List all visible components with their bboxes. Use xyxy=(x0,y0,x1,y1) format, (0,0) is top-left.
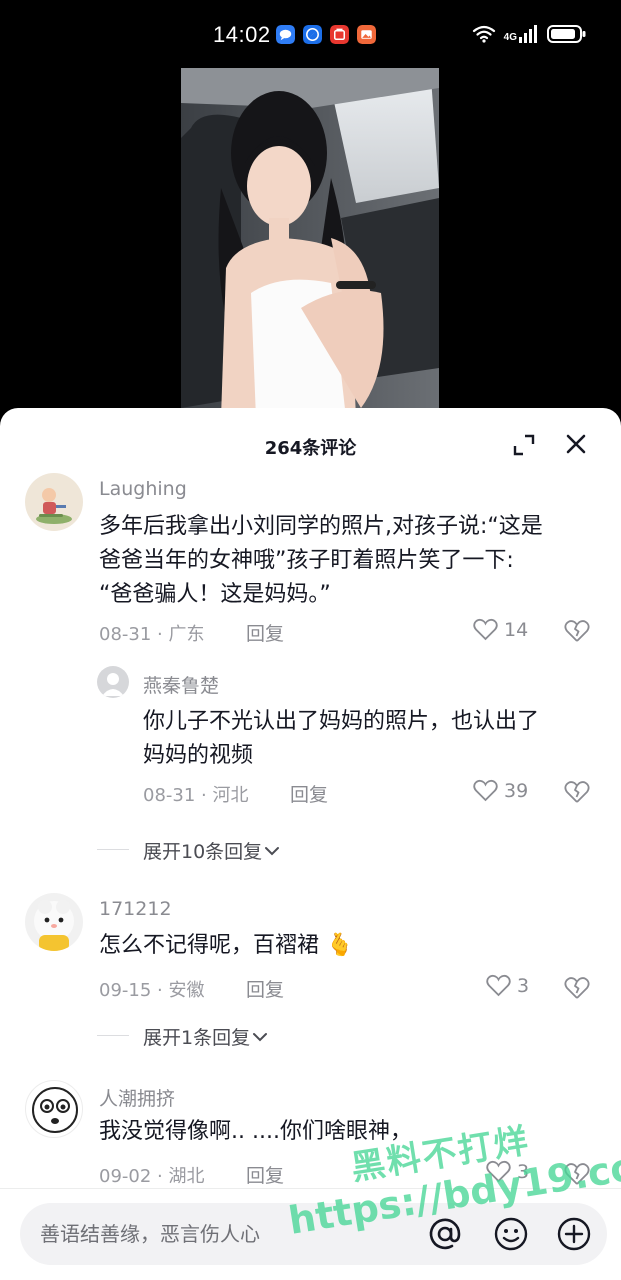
comment-date-location: 09-15 · 安徽 xyxy=(99,980,205,1001)
status-app-icons xyxy=(276,25,376,44)
broken-heart-icon[interactable] xyxy=(564,779,590,805)
signal-icon: 4G xyxy=(504,25,539,43)
comment-text-line: 你儿子不光认出了妈妈的照片，也认出了 xyxy=(143,709,540,734)
video-frame[interactable] xyxy=(181,68,439,418)
comment-text: 我没觉得像啊.. ....你们啥眼神， xyxy=(99,1115,412,1149)
status-right: 4G xyxy=(472,24,587,44)
heart-icon xyxy=(486,974,511,997)
comment-date-location: 08-31 · 河北 xyxy=(143,785,249,806)
comment-text: 怎么不记得呢，百褶裙 🫰 xyxy=(99,929,353,963)
emoji-icon[interactable] xyxy=(493,1216,529,1252)
broken-heart-icon[interactable] xyxy=(564,1161,590,1187)
comment-sheet: 264条评论 Laughing 多年后我拿出小刘同学的照片,对孩子说:“这是 爸… xyxy=(0,408,621,1280)
close-icon[interactable] xyxy=(562,430,590,458)
comment-text-line: 我没觉得像啊.. ....你们啥眼神， xyxy=(99,1119,412,1144)
message-app-icon xyxy=(276,25,295,44)
like-button[interactable]: 14 xyxy=(473,618,528,641)
like-count: 3 xyxy=(517,1160,530,1183)
comment-text-line: 爸爸当年的女神哦”孩子盯着照片笑了一下: xyxy=(99,548,514,573)
comment-date-location: 08-31 · 广东 xyxy=(99,624,205,645)
video-thumbnail xyxy=(181,68,439,418)
avatar[interactable] xyxy=(25,1080,83,1138)
reply-button[interactable]: 回复 xyxy=(246,1161,284,1188)
mention-icon[interactable] xyxy=(427,1216,463,1252)
comment-text: 你儿子不光认出了妈妈的照片，也认出了 妈妈的视频 xyxy=(143,705,539,773)
comment-text-line: “爸爸骗人！这是妈妈。” xyxy=(99,582,331,607)
network-type: 4G xyxy=(503,32,517,43)
comment-username[interactable]: 燕秦鲁楚 xyxy=(143,671,219,698)
heart-icon xyxy=(486,1160,511,1183)
comment-text: 多年后我拿出小刘同学的照片,对孩子说:“这是 爸爸当年的女神哦”孩子盯着照片笑了… xyxy=(99,510,543,612)
battery-icon xyxy=(547,25,586,43)
expand-replies-button[interactable]: 展开10条回复 xyxy=(143,837,282,864)
comment-input-box[interactable] xyxy=(20,1203,607,1265)
comment-username[interactable]: Laughing xyxy=(99,478,187,500)
like-button[interactable]: 3 xyxy=(486,974,529,997)
like-count: 3 xyxy=(517,974,530,997)
video-player[interactable] xyxy=(0,68,621,418)
add-icon[interactable] xyxy=(556,1216,592,1252)
comment-username[interactable]: 人潮拥挤 xyxy=(99,1084,175,1111)
expand-replies-label: 展开1条回复 xyxy=(143,1027,251,1049)
comment-input[interactable] xyxy=(40,1218,400,1250)
comment-text-line: 怎么不记得呢，百褶裙 🫰 xyxy=(99,933,354,958)
avatar[interactable] xyxy=(25,893,83,951)
like-button[interactable]: 3 xyxy=(486,1160,529,1183)
comment-text-line: 多年后我拿出小刘同学的照片,对孩子说:“这是 xyxy=(99,514,543,539)
avatar[interactable] xyxy=(97,666,129,698)
wifi-icon xyxy=(472,25,495,43)
chevron-down-icon xyxy=(253,1032,268,1041)
heart-icon xyxy=(473,779,498,802)
broken-heart-icon[interactable] xyxy=(564,975,590,1001)
like-count: 14 xyxy=(504,618,529,641)
browser-app-icon xyxy=(303,25,322,44)
reply-button[interactable]: 回复 xyxy=(246,975,284,1002)
expand-icon[interactable] xyxy=(511,432,537,458)
avatar[interactable] xyxy=(25,473,83,531)
expand-replies-label: 展开10条回复 xyxy=(143,841,263,863)
heart-icon xyxy=(473,618,498,641)
gallery-app-icon xyxy=(357,25,376,44)
status-time: 14:02 xyxy=(213,22,271,47)
divider xyxy=(97,849,129,850)
divider xyxy=(97,1035,129,1036)
comment-input-bar xyxy=(0,1188,621,1280)
status-bar: 14:02 4G xyxy=(0,0,621,68)
chevron-down-icon xyxy=(265,846,280,855)
comment-text-line: 妈妈的视频 xyxy=(143,743,254,768)
like-count: 39 xyxy=(504,779,529,802)
broken-heart-icon[interactable] xyxy=(564,618,590,644)
shopping-app-icon xyxy=(330,25,349,44)
like-button[interactable]: 39 xyxy=(473,779,528,802)
expand-replies-button[interactable]: 展开1条回复 xyxy=(143,1023,270,1050)
comment-username[interactable]: 171212 xyxy=(99,898,172,920)
reply-button[interactable]: 回复 xyxy=(290,780,328,807)
reply-button[interactable]: 回复 xyxy=(246,619,284,646)
comment-date-location: 09-02 · 湖北 xyxy=(99,1166,205,1187)
